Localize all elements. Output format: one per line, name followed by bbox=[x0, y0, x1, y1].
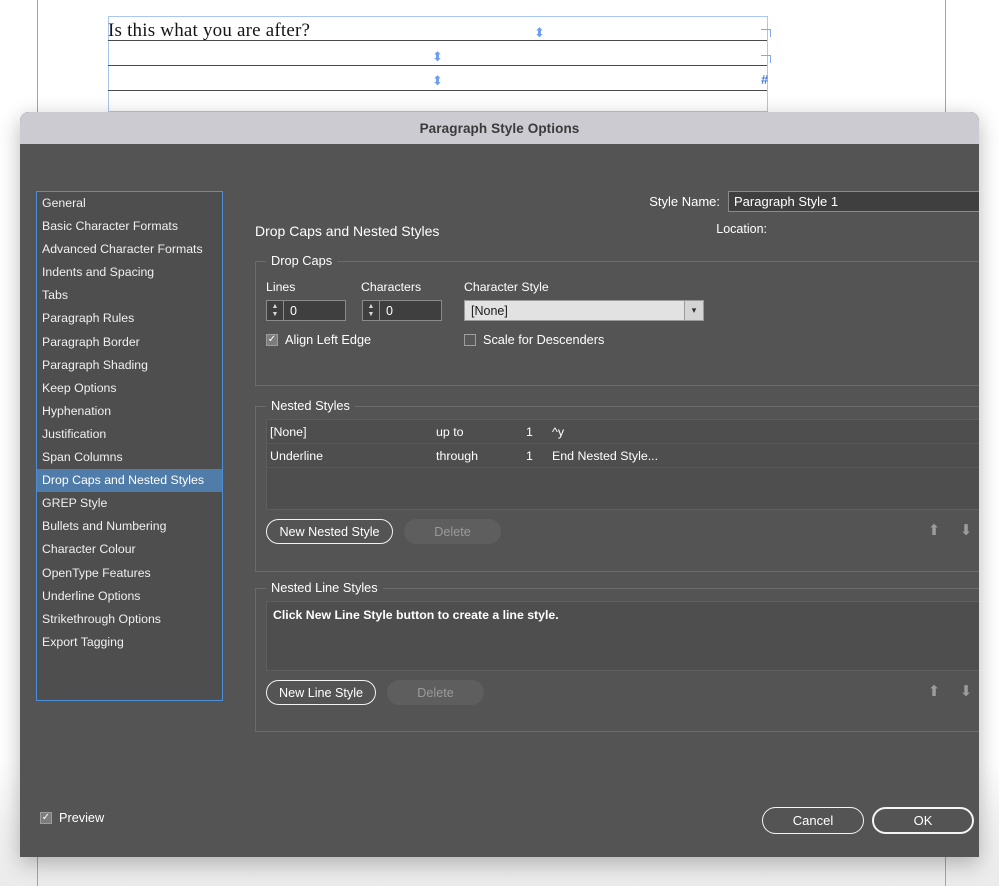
characters-label: Characters bbox=[361, 280, 422, 294]
table-row[interactable]: Underline through 1 End Nested Style... bbox=[267, 444, 979, 468]
sidebar-item-span-columns[interactable]: Span Columns bbox=[37, 446, 222, 469]
nested-style-relation[interactable]: up to bbox=[436, 425, 526, 439]
anchor-marker-icon: ⬍ bbox=[432, 49, 443, 64]
arrow-up-icon[interactable]: ⬆ bbox=[927, 684, 941, 700]
sidebar-item-strikethrough-options[interactable]: Strikethrough Options bbox=[37, 608, 222, 631]
scale-for-descenders-checkbox[interactable]: ✓ bbox=[464, 334, 476, 346]
character-style-value[interactable]: [None] bbox=[465, 301, 684, 320]
new-nested-style-button[interactable]: New Nested Style bbox=[266, 519, 393, 544]
frame-corner-handle[interactable] bbox=[761, 55, 771, 63]
scale-for-descenders-checkbox-row[interactable]: ✓ Scale for Descenders bbox=[464, 333, 604, 347]
document-rule-line bbox=[108, 65, 767, 66]
document-rule-line bbox=[108, 90, 767, 91]
dialog-footer: ✓ Preview Cancel OK bbox=[20, 785, 979, 857]
sidebar-item-character-colour[interactable]: Character Colour bbox=[37, 538, 222, 561]
nested-style-relation[interactable]: through bbox=[436, 449, 526, 463]
lines-stepper[interactable]: ▲ ▼ 0 bbox=[266, 300, 346, 321]
sidebar-item-hyphenation[interactable]: Hyphenation bbox=[37, 400, 222, 423]
style-name-input[interactable]: Paragraph Style 1 bbox=[728, 191, 979, 212]
delete-nested-style-button[interactable]: Delete bbox=[404, 519, 501, 544]
nested-style-count[interactable]: 1 bbox=[526, 449, 552, 463]
dialog-title: Paragraph Style Options bbox=[419, 120, 580, 136]
page-title: Drop Caps and Nested Styles bbox=[255, 223, 440, 239]
style-name-label: Style Name: bbox=[649, 194, 720, 209]
lines-input[interactable]: 0 bbox=[284, 301, 345, 320]
align-left-edge-checkbox[interactable]: ✓ bbox=[266, 334, 278, 346]
character-style-label: Character Style bbox=[464, 280, 549, 294]
sidebar-item-bullets-and-numbering[interactable]: Bullets and Numbering bbox=[37, 515, 222, 538]
anchor-marker-icon: ⬍ bbox=[534, 25, 545, 40]
nested-line-styles-empty-message: Click New Line Style button to create a … bbox=[273, 608, 559, 622]
anchor-marker-icon: ⬍ bbox=[432, 73, 443, 88]
align-left-edge-checkbox-row[interactable]: ✓ Align Left Edge bbox=[266, 333, 371, 347]
arrow-down-icon[interactable]: ⬇ bbox=[959, 684, 973, 700]
drop-caps-group-title: Drop Caps bbox=[266, 253, 338, 268]
characters-input[interactable]: 0 bbox=[380, 301, 441, 320]
nested-styles-list[interactable]: [None] up to 1 ^y Underline through 1 En… bbox=[266, 419, 979, 510]
paragraph-style-options-dialog: Paragraph Style Options General Basic Ch… bbox=[20, 112, 979, 857]
sidebar-item-advanced-character-formats[interactable]: Advanced Character Formats bbox=[37, 238, 222, 261]
sidebar-item-underline-options[interactable]: Underline Options bbox=[37, 585, 222, 608]
nested-style-target[interactable]: ^y bbox=[552, 425, 979, 439]
nested-styles-group-title: Nested Styles bbox=[266, 398, 355, 413]
preview-label: Preview bbox=[59, 811, 105, 825]
nested-line-styles-group: Nested Line Styles Click New Line Style … bbox=[255, 580, 979, 732]
align-left-edge-label: Align Left Edge bbox=[285, 333, 372, 347]
sidebar-item-keep-options[interactable]: Keep Options bbox=[37, 377, 222, 400]
sidebar-item-justification[interactable]: Justification bbox=[37, 423, 222, 446]
sidebar-item-indents-and-spacing[interactable]: Indents and Spacing bbox=[37, 261, 222, 284]
sidebar-item-drop-caps-and-nested-styles[interactable]: Drop Caps and Nested Styles bbox=[37, 469, 222, 493]
table-row[interactable]: [None] up to 1 ^y bbox=[267, 420, 979, 444]
chevron-down-icon[interactable]: ▼ bbox=[272, 311, 279, 318]
arrow-down-icon[interactable]: ⬇ bbox=[959, 523, 973, 539]
cancel-button[interactable]: Cancel bbox=[762, 807, 864, 834]
frame-corner-handle[interactable] bbox=[761, 29, 771, 37]
sidebar-item-export-tagging[interactable]: Export Tagging bbox=[37, 631, 222, 654]
chevron-down-icon[interactable]: ▾ bbox=[684, 301, 703, 320]
sidebar-item-grep-style[interactable]: GREP Style bbox=[37, 492, 222, 515]
chevron-up-icon[interactable]: ▲ bbox=[272, 303, 279, 310]
style-name-row: Style Name: Paragraph Style 1 bbox=[233, 191, 979, 212]
dialog-body: General Basic Character Formats Advanced… bbox=[20, 144, 979, 857]
sidebar-item-tabs[interactable]: Tabs bbox=[37, 284, 222, 307]
scale-for-descenders-label: Scale for Descenders bbox=[483, 333, 605, 347]
sidebar-item-opentype-features[interactable]: OpenType Features bbox=[37, 562, 222, 585]
lines-label: Lines bbox=[266, 280, 296, 294]
nested-styles-group: Nested Styles [None] up to 1 ^y Underlin… bbox=[255, 398, 979, 572]
sidebar-item-paragraph-rules[interactable]: Paragraph Rules bbox=[37, 307, 222, 330]
nested-style-count[interactable]: 1 bbox=[526, 425, 552, 439]
new-line-style-button[interactable]: New Line Style bbox=[266, 680, 376, 705]
nested-style-name[interactable]: Underline bbox=[267, 449, 436, 463]
options-panel: Style Name: Paragraph Style 1 Location: … bbox=[233, 144, 979, 857]
characters-stepper[interactable]: ▲ ▼ 0 bbox=[362, 300, 442, 321]
preview-checkbox[interactable]: ✓ bbox=[40, 812, 52, 824]
chevron-up-icon[interactable]: ▲ bbox=[368, 303, 375, 310]
ok-button[interactable]: OK bbox=[872, 807, 974, 834]
sidebar-item-general[interactable]: General bbox=[37, 192, 222, 215]
nested-line-styles-list[interactable]: Click New Line Style button to create a … bbox=[266, 601, 979, 671]
sidebar-item-paragraph-border[interactable]: Paragraph Border bbox=[37, 331, 222, 354]
nested-style-name[interactable]: [None] bbox=[267, 425, 436, 439]
sidebar-item-paragraph-shading[interactable]: Paragraph Shading bbox=[37, 354, 222, 377]
document-rule-line bbox=[108, 40, 767, 41]
dialog-titlebar[interactable]: Paragraph Style Options bbox=[20, 112, 979, 144]
arrow-up-icon[interactable]: ⬆ bbox=[927, 523, 941, 539]
delete-line-style-button[interactable]: Delete bbox=[387, 680, 484, 705]
characters-stepper-arrows[interactable]: ▲ ▼ bbox=[363, 301, 380, 320]
location-label: Location: bbox=[716, 222, 767, 236]
category-list[interactable]: General Basic Character Formats Advanced… bbox=[36, 191, 223, 701]
lines-stepper-arrows[interactable]: ▲ ▼ bbox=[267, 301, 284, 320]
sidebar-item-basic-character-formats[interactable]: Basic Character Formats bbox=[37, 215, 222, 238]
drop-caps-group: Drop Caps Lines Characters Character Sty… bbox=[255, 253, 979, 386]
nested-line-styles-group-title: Nested Line Styles bbox=[266, 580, 383, 595]
hash-marker-icon: # bbox=[761, 72, 769, 87]
preview-checkbox-row[interactable]: ✓ Preview bbox=[40, 811, 104, 825]
document-heading-text: Is this what you are after? bbox=[108, 20, 311, 41]
chevron-down-icon[interactable]: ▼ bbox=[368, 311, 375, 318]
character-style-select[interactable]: [None] ▾ bbox=[464, 300, 704, 321]
nested-style-target[interactable]: End Nested Style... bbox=[552, 449, 979, 463]
